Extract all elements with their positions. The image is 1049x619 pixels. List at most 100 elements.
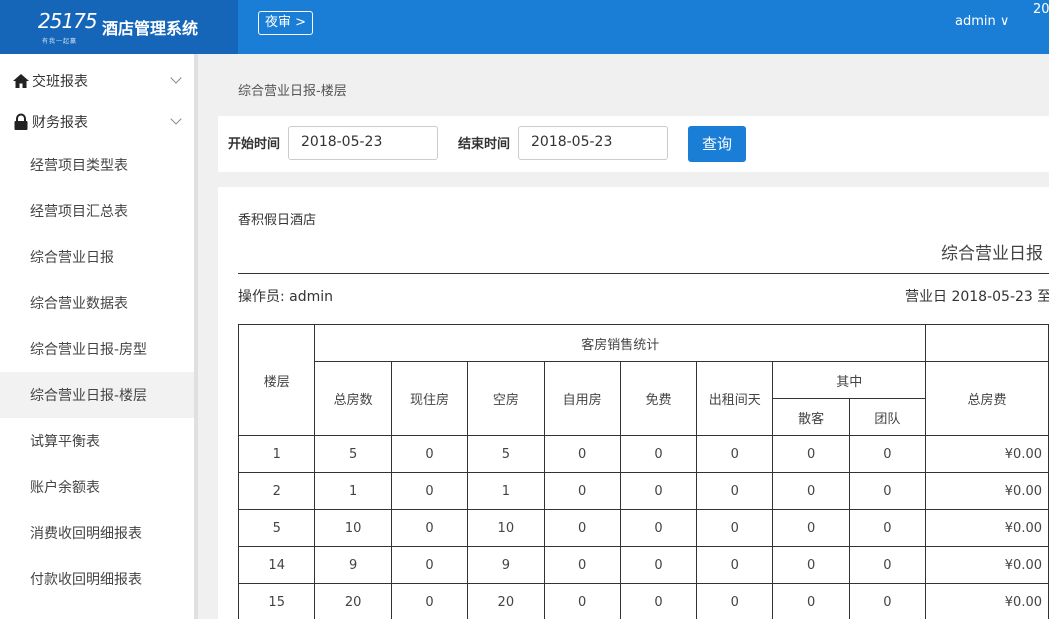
table-cell-total: 1 (314, 472, 392, 510)
night-audit-button[interactable]: 夜审 > (258, 11, 314, 35)
table-cell-rented: 0 (696, 509, 774, 547)
table-cell-free: 0 (619, 435, 698, 473)
table-cell-fee: ¥0.00 (925, 435, 1049, 473)
table-cell-walkin: 0 (772, 583, 850, 619)
business-date-label: 营业日 2018-05-23 至 (905, 289, 1049, 305)
lock-icon (14, 113, 28, 130)
logo-area: 25175 有我一起赢 酒店管理系统 (0, 0, 238, 54)
floor-report-table: 楼层 客房销售统计 总房数 现住房 空房 自用房 免费 出租间天 其中 总房费 … (237, 324, 1049, 619)
sidebar-item-label: 综合营业日报-房型 (30, 342, 148, 358)
sidebar: 交班报表 财务报表 经营项目类型表 经营项目汇总表 综合营业日报 综合营业数据表… (0, 54, 194, 619)
header-free: 免费 (619, 361, 698, 436)
table-row: 14 9 0 9 0 0 0 0 0 ¥0.00 (237, 546, 1049, 584)
report-panel: 香积假日酒店 综合营业日报 操作员: admin 营业日 2018-05-23 … (218, 187, 1049, 619)
start-date-input[interactable]: 2018-05-23 (288, 126, 438, 160)
header-total-rooms: 总房数 (314, 361, 392, 436)
table-cell-fee: ¥0.00 (925, 509, 1049, 547)
table-cell-group: 0 (848, 472, 927, 510)
table-cell-group: 0 (848, 509, 927, 547)
header-floor: 楼层 (237, 324, 316, 436)
menu-group-label: 财务报表 (32, 115, 88, 131)
menu-group-shift-report[interactable]: 交班报表 (0, 60, 194, 101)
table-cell-occupied: 0 (390, 472, 469, 510)
table-cell-self-use: 0 (543, 546, 621, 584)
menu-group-finance-report[interactable]: 财务报表 (0, 101, 194, 142)
header-walkin: 散客 (772, 398, 850, 436)
table-cell-vacant: 1 (467, 472, 545, 510)
sidebar-item-label: 消费收回明细报表 (30, 526, 142, 542)
user-menu[interactable]: admin ∨ (955, 14, 1009, 29)
sidebar-item-label: 账户余额表 (30, 480, 100, 496)
sidebar-item-label: 经营项目汇总表 (30, 204, 128, 220)
table-cell-group: 0 (848, 546, 927, 584)
header-room-sales: 客房销售统计 (314, 324, 927, 362)
sidebar-item-daily-room-type[interactable]: 综合营业日报-房型 (0, 326, 194, 372)
table-cell-group: 0 (848, 435, 927, 473)
table-cell-total: 10 (314, 509, 392, 547)
table-cell-self-use: 0 (543, 472, 621, 510)
main-content: 综合营业日报-楼层 开始时间 2018-05-23 结束时间 2018-05-2… (198, 54, 1049, 619)
table-cell-self-use: 0 (543, 509, 621, 547)
table-cell-total: 20 (314, 583, 392, 619)
logo-tagline: 有我一起赢 (42, 38, 78, 45)
header-among: 其中 (772, 361, 927, 399)
table-cell-free: 0 (619, 509, 698, 547)
table-cell-floor: 15 (237, 583, 316, 619)
table-cell-vacant: 20 (467, 583, 545, 619)
table-cell-vacant: 9 (467, 546, 545, 584)
hotel-name: 香积假日酒店 (238, 213, 317, 228)
sidebar-item-label: 付款收回明细报表 (30, 572, 142, 588)
table-row: 2 1 0 1 0 0 0 0 0 ¥0.00 (237, 472, 1049, 510)
clock: 20 (1033, 2, 1049, 17)
filter-bar: 开始时间 2018-05-23 结束时间 2018-05-23 查询 (218, 116, 1049, 172)
sidebar-item-consumption-detail[interactable]: 消费收回明细报表 (0, 510, 194, 556)
table-row: 5 10 0 10 0 0 0 0 0 ¥0.00 (237, 509, 1049, 547)
sidebar-item-account-balance[interactable]: 账户余额表 (0, 464, 194, 510)
table-cell-rented: 0 (696, 435, 774, 473)
chevron-down-icon (170, 113, 182, 125)
table-cell-fee: ¥0.00 (925, 546, 1049, 584)
sidebar-item-business-summary[interactable]: 经营项目汇总表 (0, 188, 194, 234)
table-cell-vacant: 10 (467, 509, 545, 547)
chevron-down-icon (170, 72, 182, 84)
table-row: 1 5 0 5 0 0 0 0 0 ¥0.00 (237, 435, 1049, 473)
sidebar-item-business-data[interactable]: 综合营业数据表 (0, 280, 194, 326)
app-title: 酒店管理系统 (102, 19, 199, 38)
table-cell-group: 0 (848, 583, 927, 619)
header-blank (925, 324, 1049, 362)
sidebar-item-daily-floor[interactable]: 综合营业日报-楼层 (0, 372, 194, 418)
table-cell-vacant: 5 (467, 435, 545, 473)
header-self-use: 自用房 (543, 361, 621, 436)
table-cell-total: 5 (314, 435, 392, 473)
table-cell-floor: 2 (237, 472, 316, 510)
table-cell-rented: 0 (696, 472, 774, 510)
table-cell-free: 0 (619, 583, 698, 619)
table-cell-fee: ¥0.00 (925, 472, 1049, 510)
table-cell-free: 0 (619, 546, 698, 584)
header-vacant: 空房 (467, 361, 545, 436)
sidebar-item-daily-report[interactable]: 综合营业日报 (0, 234, 194, 280)
table-cell-rented: 0 (696, 583, 774, 619)
title-divider (238, 273, 1049, 274)
end-date-input[interactable]: 2018-05-23 (518, 126, 668, 160)
table-cell-floor: 14 (237, 546, 316, 584)
header-total-fee: 总房费 (925, 361, 1049, 436)
table-cell-floor: 1 (237, 435, 316, 473)
table-cell-occupied: 0 (390, 435, 469, 473)
sidebar-item-business-type[interactable]: 经营项目类型表 (0, 142, 194, 188)
query-button[interactable]: 查询 (688, 126, 746, 162)
sidebar-item-label: 经营项目类型表 (30, 158, 128, 174)
header-group: 团队 (848, 398, 927, 436)
table-row: 15 20 0 20 0 0 0 0 0 ¥0.00 (237, 583, 1049, 619)
table-cell-self-use: 0 (543, 583, 621, 619)
top-bar: 25175 有我一起赢 酒店管理系统 夜审 > admin ∨ 20 (0, 0, 1049, 54)
start-date-label: 开始时间 (228, 137, 281, 152)
sidebar-item-label: 综合营业日报 (30, 250, 114, 266)
menu-group-label: 交班报表 (32, 74, 88, 90)
table-cell-free: 0 (619, 472, 698, 510)
sidebar-item-label: 综合营业日报-楼层 (30, 388, 148, 404)
sidebar-item-payment-detail[interactable]: 付款收回明细报表 (0, 556, 194, 602)
sidebar-item-trial-balance[interactable]: 试算平衡表 (0, 418, 194, 464)
header-occupied: 现住房 (390, 361, 469, 436)
header-rented-days: 出租间天 (696, 361, 774, 436)
